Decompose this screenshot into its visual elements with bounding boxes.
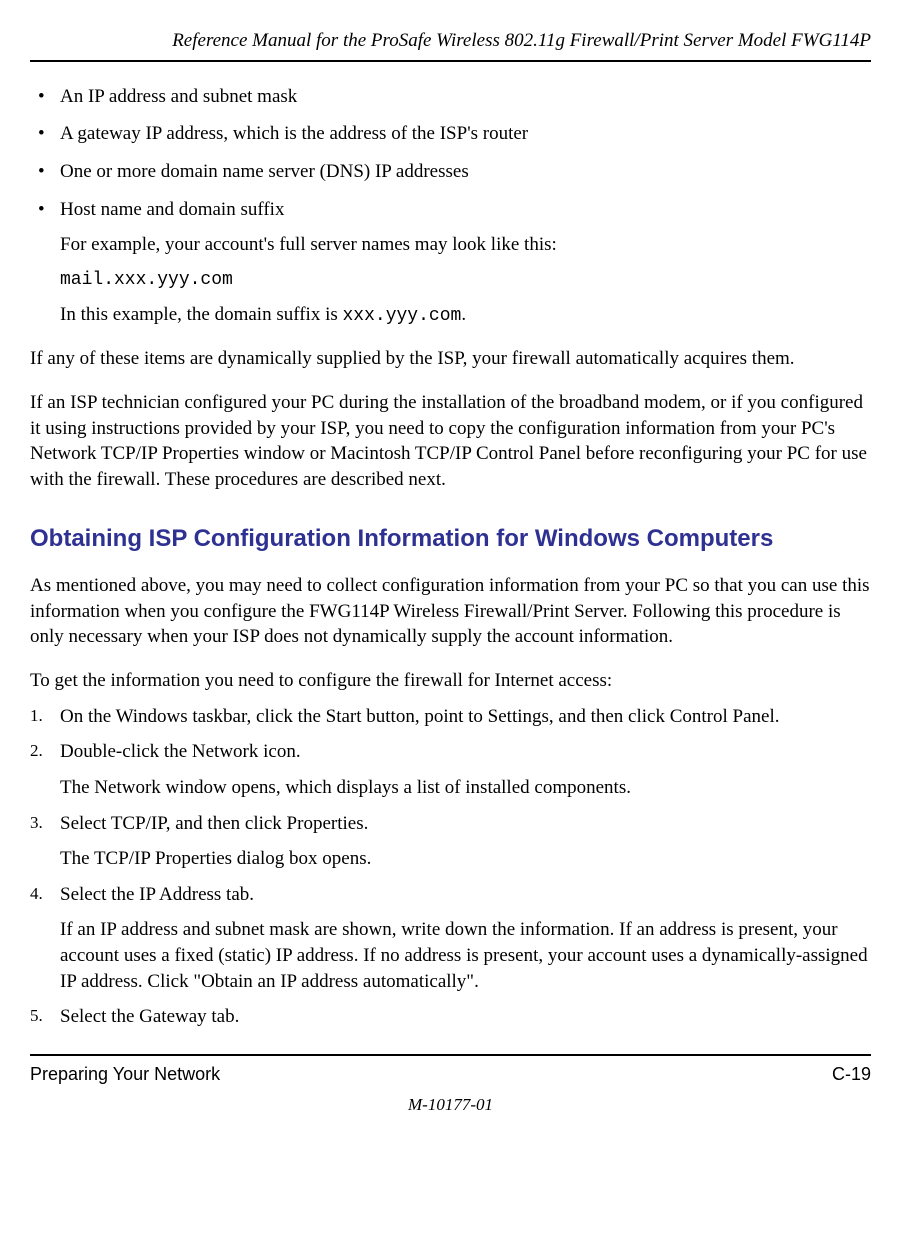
footer-rule <box>30 1054 871 1056</box>
bullet-text: A gateway IP address, which is the addre… <box>60 123 528 144</box>
body-paragraph: As mentioned above, you may need to coll… <box>30 573 871 650</box>
bullet-item: Host name and domain suffix For example,… <box>30 197 871 329</box>
body-paragraph: If an ISP technician configured your PC … <box>30 390 871 493</box>
running-header: Reference Manual for the ProSafe Wireles… <box>30 28 871 54</box>
bullet-text: Host name and domain suffix <box>60 199 284 220</box>
step-subtext: The TCP/IP Properties dialog box opens. <box>60 846 871 872</box>
step-item: On the Windows taskbar, click the Start … <box>30 704 871 730</box>
bullet-item: An IP address and subnet mask <box>30 84 871 110</box>
footer-row: Preparing Your Network C-19 <box>30 1062 871 1086</box>
footer-section: Preparing Your Network <box>30 1062 220 1086</box>
header-rule <box>30 60 871 62</box>
footer-docnum: M-10177-01 <box>30 1094 871 1117</box>
step-item: Select TCP/IP, and then click Properties… <box>30 811 871 872</box>
page-number: C-19 <box>832 1062 871 1086</box>
bullet-item: One or more domain name server (DNS) IP … <box>30 159 871 185</box>
text-fragment: . <box>461 304 466 325</box>
step-text: Double-click the Network icon. <box>60 741 301 762</box>
step-item: Double-click the Network icon. The Netwo… <box>30 739 871 800</box>
step-text: Select TCP/IP, and then click Properties… <box>60 813 368 834</box>
step-text: Select the Gateway tab. <box>60 1006 239 1027</box>
step-text: Select the IP Address tab. <box>60 884 254 905</box>
bullet-item: A gateway IP address, which is the addre… <box>30 121 871 147</box>
bullet-list: An IP address and subnet mask A gateway … <box>30 84 871 329</box>
step-item: Select the Gateway tab. <box>30 1004 871 1030</box>
bullet-text: An IP address and subnet mask <box>60 86 297 107</box>
inline-code: xxx.yyy.com <box>343 306 462 326</box>
bullet-subtext: In this example, the domain suffix is xx… <box>60 302 871 328</box>
section-heading: Obtaining ISP Configuration Information … <box>30 523 871 555</box>
text-fragment: In this example, the domain suffix is <box>60 304 343 325</box>
code-example: mail.xxx.yyy.com <box>60 268 871 292</box>
bullet-text: One or more domain name server (DNS) IP … <box>60 161 469 182</box>
bullet-subtext: For example, your account's full server … <box>60 232 871 258</box>
step-item: Select the IP Address tab. If an IP addr… <box>30 882 871 995</box>
step-subtext: The Network window opens, which displays… <box>60 775 871 801</box>
step-subtext: If an IP address and subnet mask are sho… <box>60 917 871 994</box>
steps-list: On the Windows taskbar, click the Start … <box>30 704 871 1030</box>
body-paragraph: If any of these items are dynamically su… <box>30 346 871 372</box>
step-text: On the Windows taskbar, click the Start … <box>60 706 780 727</box>
steps-lead: To get the information you need to confi… <box>30 668 871 694</box>
